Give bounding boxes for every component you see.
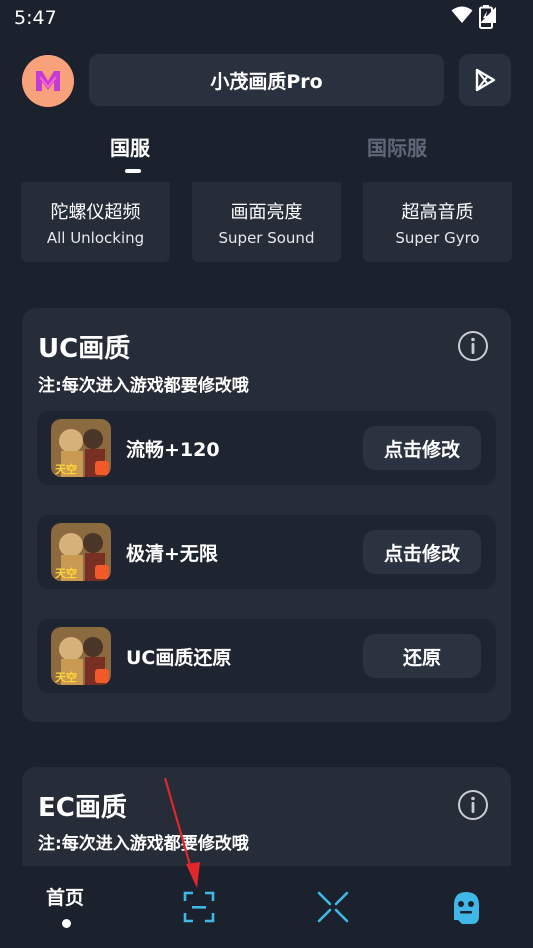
row-label: UC画质还原 (126, 647, 232, 669)
ec-section-title: EC画质 (38, 793, 127, 823)
feature-en-label: All Unlocking (46, 228, 145, 247)
feature-card-audio[interactable]: 超高音质 Super Gyro (363, 182, 512, 262)
svg-text:天空: 天空 (55, 670, 77, 684)
feature-card-gyro[interactable]: 陀螺仪超频 All Unlocking (21, 182, 170, 262)
app-avatar[interactable] (22, 55, 74, 107)
active-tab-indicator (125, 169, 141, 173)
game-icon: 天空 (51, 419, 111, 477)
game-icon: 天空 (51, 627, 111, 685)
battery-charging-icon (479, 5, 493, 29)
scan-icon[interactable] (183, 891, 215, 923)
feature-card-brightness[interactable]: 画面亮度 Super Sound (192, 182, 341, 262)
status-bar: 5:47 (0, 0, 533, 36)
modify-button[interactable]: 点击修改 (363, 530, 481, 574)
svg-text:天空: 天空 (55, 566, 77, 580)
wifi-icon (451, 6, 473, 23)
ec-section-note: 注:每次进入游戏都要修改哦 (38, 834, 249, 854)
info-icon[interactable] (457, 789, 489, 821)
bottom-nav: 首页 (0, 866, 533, 948)
restore-button[interactable]: 还原 (363, 634, 481, 678)
app-title: 小茂画质Pro (210, 70, 323, 93)
modify-button[interactable]: 点击修改 (363, 426, 481, 470)
row-label: 极清+无限 (126, 543, 218, 565)
list-item: 天空 流畅+120 点击修改 (37, 411, 496, 485)
feature-en-label: Super Gyro (395, 228, 480, 247)
uc-section-title: UC画质 (38, 334, 131, 364)
info-icon[interactable] (457, 330, 489, 362)
mascot-icon[interactable] (450, 890, 482, 926)
svg-text:天空: 天空 (55, 462, 77, 476)
feature-cn-label: 陀螺仪超频 (50, 201, 141, 223)
list-item: 天空 UC画质还原 还原 (37, 619, 496, 693)
nav-active-dot (62, 919, 71, 928)
uc-quality-panel: UC画质 注:每次进入游戏都要修改哦 天空 流畅+120 点击修改 天空 极清+… (22, 308, 511, 722)
app-title-box: 小茂画质Pro (89, 54, 444, 106)
play-store-icon (475, 68, 496, 92)
row-label: 流畅+120 (126, 439, 220, 461)
tab-intl-server[interactable]: 国际服 (367, 132, 427, 161)
app-logo-icon (22, 55, 74, 107)
tools-icon[interactable] (316, 890, 350, 924)
status-time: 5:47 (14, 7, 57, 29)
nav-home-label[interactable]: 首页 (46, 883, 84, 910)
tab-cn-server[interactable]: 国服 (110, 132, 150, 161)
feature-cn-label: 画面亮度 (230, 201, 303, 223)
feature-en-label: Super Sound (218, 228, 315, 247)
feature-cn-label: 超高音质 (401, 201, 474, 223)
uc-section-note: 注:每次进入游戏都要修改哦 (38, 376, 249, 396)
play-store-button[interactable] (459, 54, 511, 106)
game-icon: 天空 (51, 523, 111, 581)
list-item: 天空 极清+无限 点击修改 (37, 515, 496, 589)
